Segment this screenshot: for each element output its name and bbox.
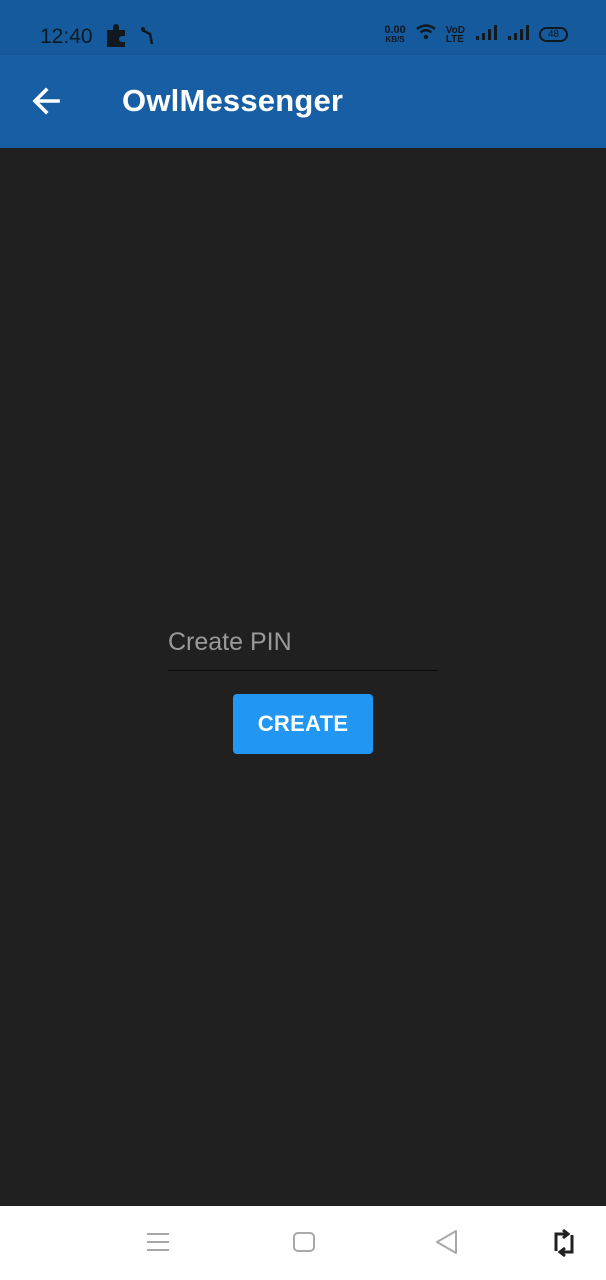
status-bar: 12:40 0.00 KB/S VoD LTE 48 — [0, 0, 606, 55]
back-button[interactable] — [28, 79, 68, 123]
wifi-icon — [415, 24, 436, 45]
rotate-icon[interactable] — [552, 1228, 576, 1263]
volte-bottom: LTE — [445, 33, 464, 45]
volte-indicator: VoD LTE — [445, 25, 465, 45]
home-icon[interactable] — [292, 1228, 316, 1261]
net-speed: 0.00 KB/S — [384, 23, 406, 45]
arrow-left-icon — [32, 87, 60, 115]
net-speed-unit: KB/S — [385, 34, 405, 44]
navigation-bar — [0, 1206, 606, 1280]
back-icon[interactable] — [434, 1228, 460, 1261]
signal-icon — [475, 24, 497, 45]
create-button[interactable]: CREATE — [233, 694, 373, 754]
net-speed-value: 0.00 — [384, 23, 406, 36]
puzzle-icon — [104, 22, 128, 53]
main-content: CREATE — [0, 148, 606, 1206]
signal-icon — [507, 24, 529, 45]
create-pin-input[interactable] — [168, 607, 438, 671]
battery-icon: 48 — [539, 27, 568, 42]
notification-icon — [140, 24, 156, 51]
app-title: OwlMessenger — [122, 83, 344, 118]
menu-icon[interactable] — [146, 1228, 170, 1261]
app-bar: OwlMessenger — [0, 55, 606, 148]
status-right-icons: 0.00 KB/S VoD LTE 48 — [384, 24, 568, 45]
status-left-icons — [104, 22, 156, 53]
status-time: 12:40 — [40, 25, 93, 48]
